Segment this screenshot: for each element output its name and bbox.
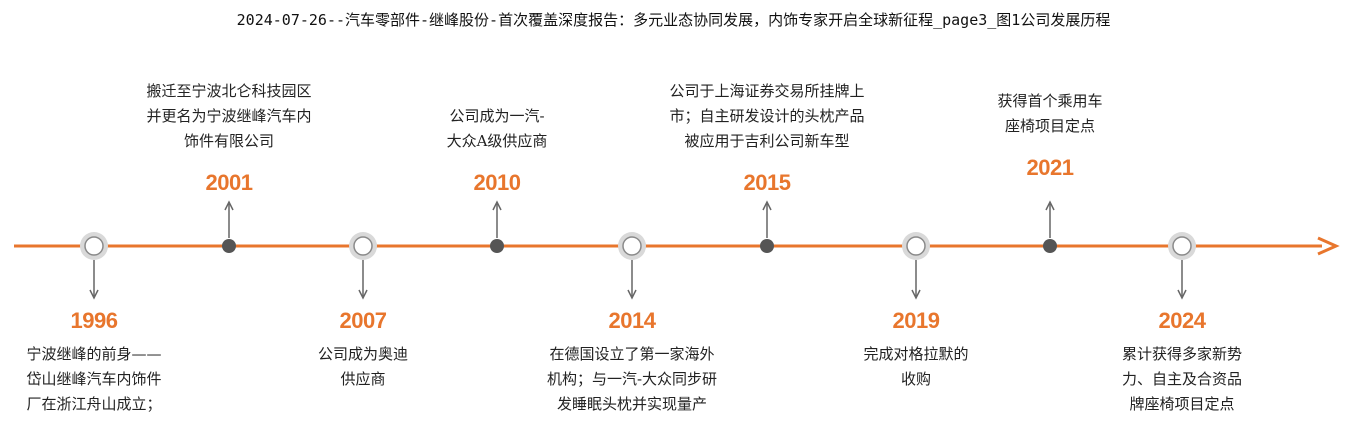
- description-line: 机构；与一汽-大众同步研: [546, 370, 718, 388]
- description-line: 获得首个乘用车: [997, 92, 1103, 110]
- event-description-2019: 完成对格拉默的 收购: [791, 342, 1041, 392]
- description-line: 力、自主及合资品: [1121, 370, 1242, 388]
- event-description-2001: 搬迁至宁波北仑科技园区 并更名为宁波继峰汽车内 饰件有限公司: [104, 79, 354, 154]
- description-line: 座椅项目定点: [1004, 117, 1095, 135]
- node-ring-center: [1172, 236, 1192, 256]
- description-line: 岱山继峰汽车内饰件: [26, 370, 162, 388]
- description-line: 在德国设立了第一家海外: [549, 345, 715, 363]
- node-dot: [760, 239, 774, 253]
- node-ring-center: [906, 236, 926, 256]
- event-description-1996: 宁波继峰的前身—— 岱山继峰汽车内饰件 厂在浙江舟山成立；: [0, 342, 219, 417]
- event-description-2024: 累计获得多家新势 力、自主及合资品 牌座椅项目定点: [1057, 342, 1307, 417]
- description-line: 收购: [900, 370, 931, 388]
- node-dot: [222, 239, 236, 253]
- description-line: 发睡眠头枕并实现量产: [556, 395, 707, 413]
- description-line: 大众A级供应商: [446, 132, 548, 150]
- event-year-2001: 2001: [205, 170, 253, 195]
- node-dot: [490, 239, 504, 253]
- node-ring-center: [622, 236, 642, 256]
- description-line: 公司成为奥迪: [317, 345, 408, 363]
- event-year-2019: 2019: [892, 308, 940, 333]
- description-line: 厂在浙江舟山成立；: [26, 395, 162, 413]
- description-line: 市；自主研发设计的头枕产品: [669, 107, 865, 125]
- event-year-1996: 1996: [70, 308, 118, 333]
- event-description-2021: 获得首个乘用车 座椅项目定点: [925, 89, 1175, 139]
- event-description-2007: 公司成为奥迪 供应商: [238, 342, 488, 392]
- description-line: 完成对格拉默的: [863, 345, 969, 363]
- event-description-2014: 在德国设立了第一家海外 机构；与一汽-大众同步研 发睡眠头枕并实现量产: [507, 342, 757, 417]
- description-line: 搬迁至宁波北仑科技园区: [146, 82, 312, 100]
- description-line: 被应用于吉利公司新车型: [684, 132, 850, 150]
- event-year-2024: 2024: [1158, 308, 1206, 333]
- event-year-2014: 2014: [608, 308, 656, 333]
- description-line: 牌座椅项目定点: [1129, 395, 1235, 413]
- description-line: 宁波继峰的前身——: [26, 345, 162, 363]
- description-line: 并更名为宁波继峰汽车内: [146, 107, 312, 125]
- description-line: 公司成为一汽-: [449, 107, 545, 125]
- node-ring-center: [84, 236, 104, 256]
- node-ring-center: [353, 236, 373, 256]
- description-line: 饰件有限公司: [183, 132, 274, 150]
- node-dot: [1043, 239, 1057, 253]
- event-description-2015: 公司于上海证券交易所挂牌上 市；自主研发设计的头枕产品 被应用于吉利公司新车型: [642, 79, 892, 154]
- event-year-2021: 2021: [1026, 155, 1074, 180]
- event-year-2015: 2015: [743, 170, 791, 195]
- description-line: 公司于上海证券交易所挂牌上: [669, 82, 865, 100]
- event-description-2010: 公司成为一汽- 大众A级供应商: [372, 104, 622, 154]
- description-line: 供应商: [340, 370, 386, 388]
- event-year-2007: 2007: [339, 308, 387, 333]
- event-year-2010: 2010: [473, 170, 521, 195]
- description-line: 累计获得多家新势: [1121, 345, 1242, 363]
